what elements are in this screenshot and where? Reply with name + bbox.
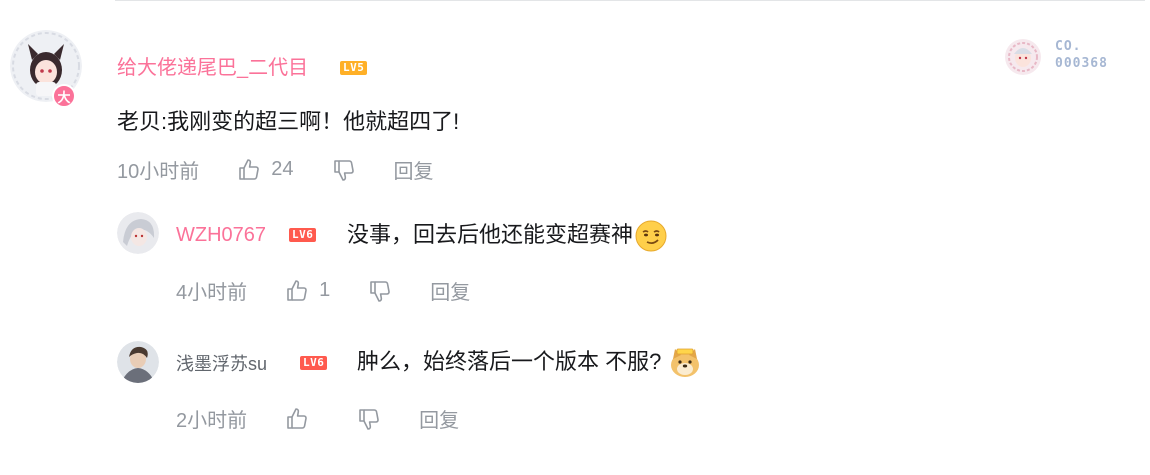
- reply-content: 肿么，始终落后一个版本 不服?: [357, 347, 701, 379]
- reply-time: 4小时前: [176, 282, 248, 304]
- vip-badge: 大: [52, 84, 76, 108]
- comment-time: 10小时前: [117, 161, 200, 183]
- reply-button[interactable]: 回复: [419, 404, 459, 433]
- dislike-button[interactable]: [332, 158, 356, 182]
- fan-number-line1: CO.: [1055, 39, 1082, 54]
- thumbs-up-icon: [287, 279, 307, 301]
- like-count: 1: [319, 279, 331, 301]
- reply-avatar[interactable]: [117, 212, 159, 254]
- reply-meta: 2小时前 回复: [176, 404, 459, 433]
- thumbs-down-icon: [370, 280, 391, 302]
- like-count: 24: [271, 158, 294, 180]
- reply-button[interactable]: 回复: [394, 155, 434, 184]
- comment-content: 老贝:我刚变的超三啊！他就超四了!: [117, 109, 460, 134]
- level-badge: LV5: [340, 61, 368, 75]
- like-button[interactable]: 1: [285, 279, 368, 303]
- level-badge: LV6: [300, 356, 328, 370]
- reply-text: 没事，回去后他还能变超赛神: [347, 221, 634, 247]
- like-button[interactable]: [285, 407, 309, 431]
- doge-emoji-icon: [671, 348, 700, 377]
- dislike-button[interactable]: [368, 279, 392, 303]
- thumbs-up-icon: [287, 407, 307, 429]
- comment-username[interactable]: 给大佬递尾巴_二代目: [117, 56, 308, 80]
- reply-time: 2小时前: [176, 410, 248, 432]
- reply-avatar[interactable]: [117, 341, 159, 383]
- smirk-emoji-icon: [635, 220, 667, 252]
- top-divider: [115, 0, 1145, 1]
- reply-text: 肿么，始终落后一个版本 不服?: [357, 348, 662, 374]
- level-badge: LV6: [289, 228, 317, 242]
- thumbs-down-icon: [359, 408, 379, 430]
- fan-decoration-icon: [1003, 36, 1043, 78]
- reply-button[interactable]: 回复: [430, 276, 470, 305]
- fan-number-line2: 000368: [1055, 56, 1108, 71]
- reply-username[interactable]: 浅墨浮苏su: [176, 352, 267, 376]
- reply-username[interactable]: WZH0767: [176, 223, 266, 247]
- comment-meta: 10小时前 24 回复: [117, 155, 434, 184]
- thumbs-up-icon: [239, 158, 260, 180]
- thumbs-down-icon: [333, 159, 354, 181]
- fan-number: CO. 000368: [1055, 38, 1108, 72]
- reply-meta: 4小时前 1 回复: [176, 276, 470, 305]
- dislike-button[interactable]: [357, 407, 381, 431]
- reply-content: 没事，回去后他还能变超赛神: [347, 220, 667, 252]
- like-button[interactable]: 24: [237, 158, 331, 182]
